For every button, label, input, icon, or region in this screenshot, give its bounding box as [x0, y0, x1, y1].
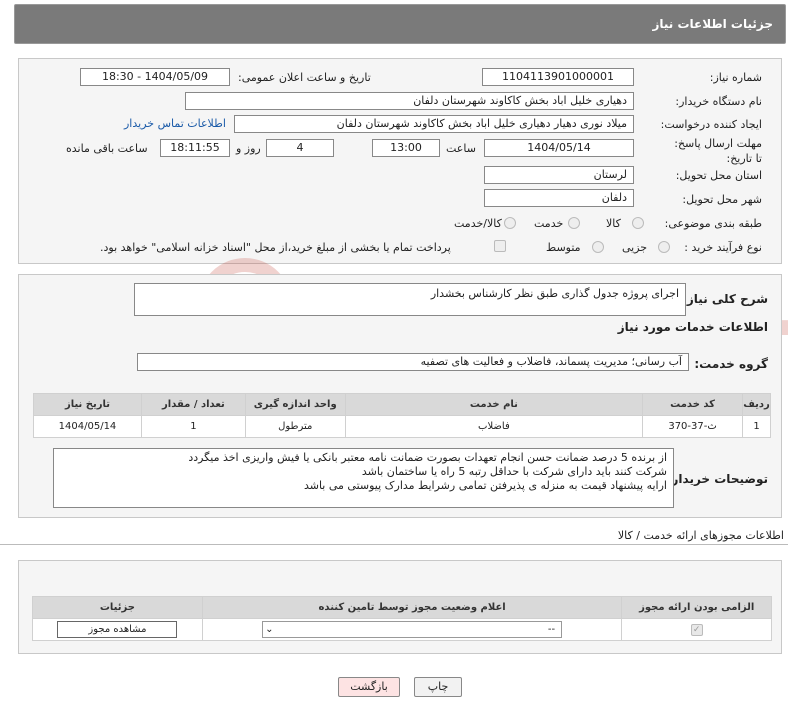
treasury-payment-note: پرداخت تمام یا بخشی از مبلغ خرید،از محل … — [100, 241, 451, 254]
buyer-note-line: شرکت کنند باید دارای شرکت با حداقل رتبه … — [361, 465, 667, 478]
col-unit-header: واحد اندازه گیری — [244, 393, 346, 416]
section-divider — [0, 544, 788, 545]
deadline-date-field: 1404/05/14 — [484, 139, 634, 157]
cell-unit: مترطول — [244, 415, 346, 438]
permit-details-header: جزئیات — [32, 596, 203, 619]
page-title: جزئیات اطلاعات نیاز — [652, 17, 773, 31]
col-row-header: ردیف — [742, 393, 771, 416]
permit-required-checkbox: ✓ — [690, 623, 703, 636]
cell-row: 1 — [742, 415, 771, 438]
announce-date-field: 1404/05/09 - 18:30 — [80, 68, 230, 86]
city-label: شهر محل تحویل: — [682, 193, 762, 206]
print-button[interactable]: چاپ — [414, 677, 462, 697]
category-label: طبقه بندی موضوعی: — [664, 217, 762, 230]
permit-required-header: الزامی بودن ارائه مجوز — [621, 596, 772, 619]
days-label: روز و — [236, 142, 261, 155]
city-field: دلفان — [484, 189, 634, 207]
summary-textarea[interactable]: اجرای پروژه جدول گذاری طبق نظر کارشناس ب… — [134, 283, 686, 316]
service-group-field: آب رسانی؛ مدیریت پسماند، فاضلاب و فعالیت… — [137, 353, 689, 371]
need-number-label: شماره نیاز: — [709, 71, 762, 84]
services-title: اطلاعات خدمات مورد نیاز — [617, 320, 768, 334]
category-service-label: خدمت — [534, 217, 564, 230]
services-table-header-row: ردیف کد خدمت نام خدمت واحد اندازه گیری ت… — [33, 393, 771, 416]
table-row: ✓ -- ⌄ مشاهده مجوز — [32, 618, 772, 641]
buyer-note-line: از برنده 5 درصد ضمانت حسن انجام تعهدات ب… — [188, 451, 667, 464]
permit-status-cell: -- ⌄ — [201, 618, 623, 641]
days-field: 4 — [266, 139, 334, 157]
cell-code: ث-37-370 — [642, 415, 744, 438]
process-minor-label: جزیی — [622, 241, 648, 254]
process-medium-radio[interactable] — [592, 241, 604, 253]
permit-status-select[interactable]: -- ⌄ — [262, 621, 563, 638]
permit-status-header: اعلام وضعیت مجوز توسط تامین کننده — [201, 596, 623, 619]
need-number-field: 1104113901000001 — [482, 68, 634, 86]
service-group-label: گروه خدمت: — [694, 357, 768, 371]
category-goods-label: کالا — [606, 217, 621, 230]
need-info-panel — [18, 58, 782, 264]
table-row: 1 ث-37-370 فاضلاب مترطول 1 1404/05/14 — [33, 415, 771, 438]
permits-title: اطلاعات مجوزهای ارائه خدمت / کالا — [617, 529, 784, 542]
remaining-time-field: 18:11:55 — [160, 139, 230, 157]
cell-name: فاضلاب — [344, 415, 644, 438]
buyer-notes-textarea[interactable]: از برنده 5 درصد ضمانت حسن انجام تعهدات ب… — [53, 448, 674, 508]
chevron-down-icon: ⌄ — [265, 624, 274, 635]
process-label: نوع فرآیند خرید : — [684, 241, 762, 254]
cell-date: 1404/05/14 — [33, 415, 142, 438]
col-date-header: تاریخ نیاز — [33, 393, 142, 416]
permits-table: الزامی بودن ارائه مجوز اعلام وضعیت مجوز … — [32, 596, 772, 641]
category-both-label: کالا/خدمت — [454, 217, 502, 230]
col-qty-header: تعداد / مقدار — [140, 393, 246, 416]
page-header: جزئیات اطلاعات نیاز — [14, 4, 786, 44]
treasury-payment-checkbox[interactable] — [494, 240, 506, 252]
process-minor-radio[interactable] — [658, 241, 670, 253]
category-goods-radio[interactable] — [632, 217, 644, 229]
buyer-note-line: ارایه پیشنهاد قیمت به منزله ی پذیرفتن تم… — [303, 479, 667, 492]
creator-label: ایجاد کننده درخواست: — [660, 118, 762, 131]
permit-status-value: -- — [547, 624, 556, 635]
services-table: ردیف کد خدمت نام خدمت واحد اندازه گیری ت… — [33, 393, 771, 438]
process-medium-label: متوسط — [546, 241, 581, 254]
col-name-header: نام خدمت — [344, 393, 644, 416]
summary-label: شرح کلی نیاز: — [682, 292, 768, 306]
cell-qty: 1 — [140, 415, 246, 438]
creator-field: میلاد نوری دهیار دهیاری خلیل اباد بخش کا… — [234, 115, 634, 133]
permit-details-cell: مشاهده مجوز — [32, 618, 203, 641]
remaining-label: ساعت باقی مانده — [66, 142, 148, 155]
buyer-contact-link[interactable]: اطلاعات تماس خریدار — [124, 117, 226, 130]
buyer-notes-label: توضیحات خریدار: — [666, 472, 768, 486]
province-field: لرستان — [484, 166, 634, 184]
category-service-radio[interactable] — [568, 217, 580, 229]
permits-header-row: الزامی بودن ارائه مجوز اعلام وضعیت مجوز … — [32, 596, 772, 619]
view-permit-button[interactable]: مشاهده مجوز — [57, 621, 178, 638]
deadline-time-label: ساعت — [446, 142, 476, 155]
deadline-label: مهلت ارسال پاسخ: تا تاریخ: — [674, 137, 762, 165]
back-button[interactable]: بازگشت — [338, 677, 400, 697]
col-code-header: کد خدمت — [642, 393, 744, 416]
deadline-time-field: 13:00 — [372, 139, 440, 157]
permit-required-cell: ✓ — [621, 618, 772, 641]
buyer-org-label: نام دستگاه خریدار: — [675, 95, 762, 108]
announce-date-label: تاریخ و ساعت اعلان عمومی: — [238, 71, 371, 84]
buyer-org-field: دهیاری خلیل اباد بخش کاکاوند شهرستان دلف… — [185, 92, 634, 110]
province-label: استان محل تحویل: — [675, 169, 762, 182]
category-both-radio[interactable] — [504, 217, 516, 229]
